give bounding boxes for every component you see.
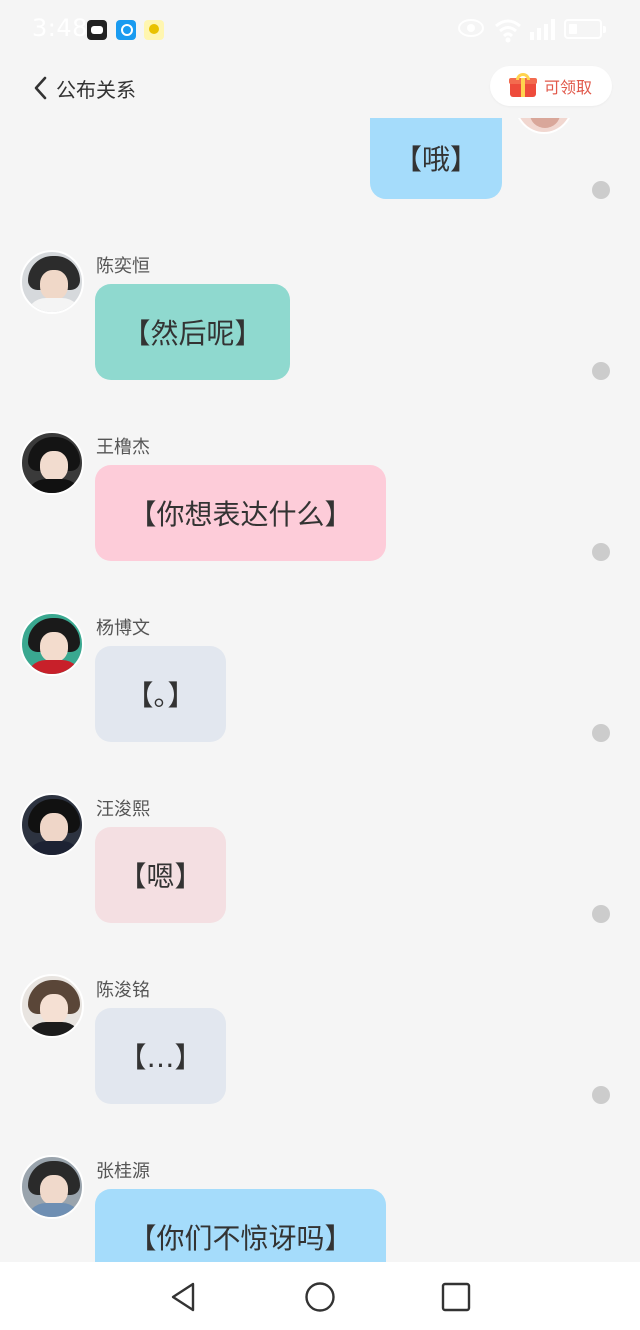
status-bar: 3:48: [0, 0, 640, 60]
system-nav-bar: [0, 1262, 640, 1330]
read-status-dot: [592, 905, 610, 923]
back-triangle-icon[interactable]: [167, 1280, 201, 1314]
avatar[interactable]: [20, 250, 84, 314]
avatar[interactable]: [20, 431, 84, 495]
message-bubble[interactable]: 【哦】: [370, 118, 502, 199]
avatar[interactable]: [20, 793, 84, 857]
sender-name: 王橹杰: [96, 437, 150, 458]
sender-name: 汪浚熙: [96, 799, 150, 820]
battery-icon: [564, 19, 606, 39]
message-bubble[interactable]: 【然后呢】: [95, 284, 290, 380]
avatar[interactable]: [20, 612, 84, 676]
sender-name: 陈奕恒: [96, 256, 150, 277]
avatar[interactable]: [514, 118, 574, 134]
message-bubble[interactable]: 【嗯】: [95, 827, 226, 923]
chevron-left-icon: [34, 76, 47, 100]
sender-name: 杨博文: [96, 618, 150, 639]
app-notification-icon: [87, 20, 107, 40]
sender-name: 陈浚铭: [96, 980, 150, 1001]
sender-name: 张桂源: [96, 1161, 150, 1182]
back-button[interactable]: 公布关系: [30, 72, 136, 104]
recents-square-icon[interactable]: [439, 1280, 473, 1314]
message-bubble[interactable]: 【你想表达什么】: [95, 465, 386, 561]
message-bubble[interactable]: 【你们不惊讶吗】: [95, 1189, 386, 1262]
read-status-dot: [592, 1086, 610, 1104]
game-app-icon: [144, 20, 164, 40]
eye-icon: [458, 19, 484, 37]
chat-messages: 【哦】 陈奕恒 【然后呢】 王橹杰 【你想表达什么】 杨博文 【。】 汪浚熙 【…: [0, 118, 640, 1262]
read-status-dot: [592, 543, 610, 561]
claim-reward-button[interactable]: 可领取: [490, 66, 612, 106]
read-status-dot: [592, 724, 610, 742]
read-status-dot: [592, 362, 610, 380]
gift-icon: [509, 73, 537, 97]
search-app-icon: [116, 20, 136, 40]
page-title: 公布关系: [56, 77, 136, 102]
message-bubble[interactable]: 【…】: [95, 1008, 226, 1104]
status-time: 3:48: [32, 14, 88, 42]
avatar[interactable]: [20, 1155, 84, 1219]
home-circle-icon[interactable]: [303, 1280, 337, 1314]
read-status-dot: [592, 181, 610, 199]
message-bubble[interactable]: 【。】: [95, 646, 226, 742]
wifi-icon: [495, 19, 521, 43]
header: 公布关系 可领取: [0, 60, 640, 116]
claim-label: 可领取: [544, 78, 593, 97]
signal-icon: [530, 19, 555, 40]
avatar[interactable]: [20, 974, 84, 1038]
